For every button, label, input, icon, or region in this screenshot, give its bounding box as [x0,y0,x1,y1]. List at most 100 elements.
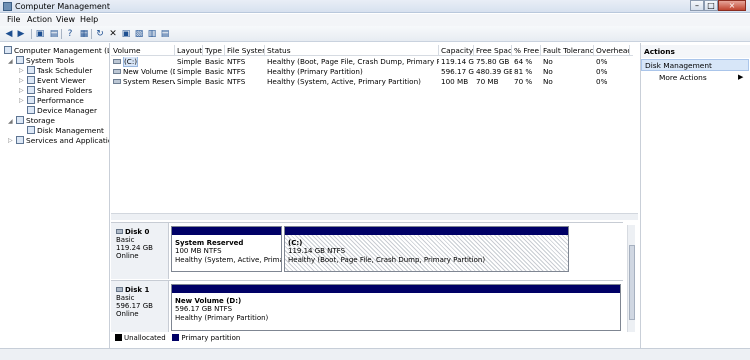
column-header-percent-free[interactable]: % Free [512,45,541,56]
shared-folder-icon [27,86,35,94]
tree-item-shared-folders[interactable]: Shared Folders [27,86,92,96]
tree-item-device-manager[interactable]: Device Manager [27,106,97,116]
column-header-layout[interactable]: Layout [175,45,203,56]
column-header-capacity[interactable]: Capacity [439,45,474,56]
disk-row-1[interactable]: Disk 1 Basic 596.17 GB Online New Volume… [111,280,623,332]
volume-row-system-reserved[interactable]: System Reserved Simple Basic NTFS Health… [111,77,633,87]
disk-graphical-view: Disk 0 Basic 119.24 GB Online System Res… [111,220,638,342]
minimize-button[interactable]: – [690,0,704,11]
tools-icon [16,56,24,64]
column-header-file-system[interactable]: File System [225,45,265,56]
volume-row-d[interactable]: New Volume (D:) Simple Basic NTFS Health… [111,67,633,77]
volume-percent-free: 70 % [514,77,533,86]
expand-arrow-icon[interactable]: ▷ [19,97,24,104]
partition-status: Healthy (Primary Partition) [175,314,269,322]
partition-name: (C:) [288,239,303,247]
tree-item-disk-management[interactable]: Disk Management [27,126,104,136]
tree-item-services-applications[interactable]: Services and Applications [16,136,109,146]
folder-icon[interactable]: ▧ [134,29,144,39]
toolbar-separator [91,29,92,39]
volume-file-system: NTFS [227,67,246,76]
partition-system-reserved[interactable]: System Reserved 100 MB NTFS Healthy (Sys… [171,226,282,272]
scrollbar-thumb[interactable] [629,245,635,320]
submenu-arrow-icon[interactable]: ▶ [738,73,743,81]
column-header-status[interactable]: Status [265,45,439,56]
event-viewer-icon [27,76,35,84]
volume-percent-free: 64 % [514,57,533,66]
column-header-volume[interactable]: Volume [111,45,175,56]
help-icon[interactable]: ? [65,29,75,39]
tree-item-event-viewer[interactable]: Event Viewer [27,76,86,86]
device-manager-icon [27,106,35,114]
collapse-arrow-icon[interactable]: ◢ [8,58,13,65]
partition-c[interactable]: (C:) 119.14 GB NTFS Healthy (Boot, Page … [284,226,569,272]
disk-row-0[interactable]: Disk 0 Basic 119.24 GB Online System Res… [111,222,623,279]
expand-arrow-icon[interactable]: ▷ [19,87,24,94]
partition-d[interactable]: New Volume (D:) 596.17 GB NTFS Healthy (… [171,284,621,331]
disk-size: 596.17 GB [116,302,153,310]
refresh-icon[interactable]: ↻ [95,29,105,39]
disk-icon [116,287,123,292]
disk-type: Basic [116,294,135,302]
volume-icon [113,79,121,84]
menu-help[interactable]: Help [80,15,98,24]
primary-partition-bar [172,227,281,235]
tree-item-performance[interactable]: Performance [27,96,84,106]
disk-info-panel: Disk 0 Basic 119.24 GB Online [111,223,169,279]
partition-status: Healthy (Boot, Page File, Crash Dump, Pr… [288,256,486,264]
column-header-type[interactable]: Type [203,45,225,56]
disk-management-pane: Volume Layout Type File System Status Ca… [111,43,638,348]
expand-arrow-icon[interactable]: ▷ [19,67,24,74]
volume-layout: Simple [177,77,202,86]
primary-partition-swatch [172,334,180,341]
menu-view[interactable]: View [56,15,75,24]
volume-capacity: 119.14 GB [441,57,474,66]
volume-capacity: 596.17 GB [441,67,474,76]
services-icon [16,136,24,144]
disk-management-icon [27,126,35,134]
back-icon[interactable]: ◀ [4,29,14,39]
properties-window-icon[interactable]: ▤ [160,29,170,39]
performance-icon [27,96,35,104]
up-folder-icon[interactable]: ▣ [35,29,45,39]
show-hide-tree-icon[interactable]: ▤ [49,29,59,39]
pane-splitter[interactable] [111,213,638,220]
menu-file[interactable]: File [7,15,20,24]
actions-header: Actions [641,45,750,58]
column-header-overhead[interactable]: Overhead [594,45,630,56]
unallocated-swatch [115,334,122,341]
disk-view-scrollbar[interactable] [627,225,635,332]
properties-icon[interactable]: ▦ [79,29,89,39]
volume-type: Basic [205,77,225,86]
expand-arrow-icon[interactable]: ▷ [19,77,24,84]
tree-item-computer-management[interactable]: Computer Management (Local [4,46,109,56]
volume-list-header: Volume Layout Type File System Status Ca… [111,45,633,56]
menu-action[interactable]: Action [27,15,52,24]
maximize-button[interactable]: □ [704,0,718,11]
more-actions-link[interactable]: More Actions [659,73,707,82]
volume-name: (C:) [123,57,139,67]
volume-free-space: 70 MB [476,77,499,86]
volume-free-space: 75.80 GB [476,57,510,66]
tree-item-task-scheduler[interactable]: Task Scheduler [27,66,92,76]
open-icon[interactable]: ▣ [121,29,131,39]
volume-file-system: NTFS [227,77,246,86]
tree-item-storage[interactable]: Storage [16,116,55,126]
collapse-arrow-icon[interactable]: ◢ [8,118,13,125]
disk-status: Online [116,252,139,260]
close-button[interactable]: × [718,0,746,11]
expand-arrow-icon[interactable]: ▷ [8,137,13,144]
delete-icon[interactable]: ✕ [108,29,118,39]
partition-name: System Reserved [175,239,244,247]
export-list-icon[interactable]: ▥ [147,29,157,39]
column-header-fault-tolerance[interactable]: Fault Tolerance [541,45,594,56]
column-header-free-space[interactable]: Free Space [474,45,512,56]
volume-icon [113,59,121,64]
partition-size: 596.17 GB NTFS [175,305,233,313]
forward-icon[interactable]: ▶ [16,29,26,39]
disk-type: Basic [116,236,135,244]
actions-disk-management-section[interactable]: Disk Management [641,59,749,71]
tree-item-system-tools[interactable]: System Tools [16,56,74,66]
volume-icon [113,69,121,74]
volume-row-c[interactable]: (C:) Simple Basic NTFS Healthy (Boot, Pa… [111,57,633,67]
